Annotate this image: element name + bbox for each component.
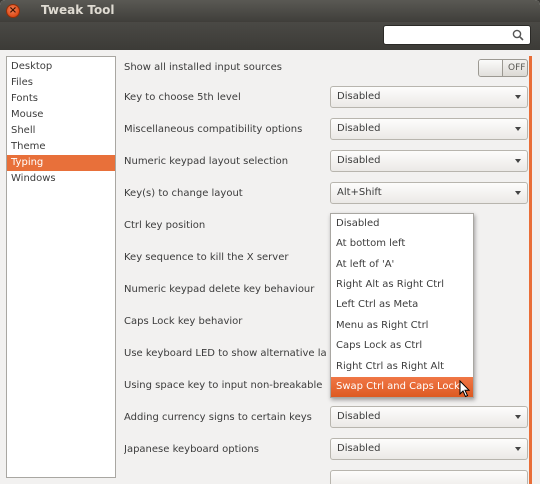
setting-label: Show all installed input sources: [124, 62, 282, 73]
dropdown-option[interactable]: Right Ctrl as Right Alt: [331, 357, 473, 377]
fifth-level-key-combo[interactable]: Disabled: [330, 86, 528, 108]
setting-label: Key sequence to kill the X server: [124, 252, 289, 263]
search-icon[interactable]: [512, 29, 524, 41]
sidebar-item-mouse[interactable]: Mouse: [7, 107, 115, 123]
chevron-down-icon: [515, 95, 521, 99]
setting-label: Key(s) to change layout: [124, 188, 243, 199]
setting-label: Use keyboard LED to show alternative lay…: [124, 348, 326, 359]
title-bar: × Tweak Tool: [0, 0, 540, 22]
sidebar-item-windows[interactable]: Windows: [7, 171, 115, 187]
show-input-sources-toggle[interactable]: OFF: [478, 59, 528, 77]
combo-value: Disabled: [337, 91, 381, 102]
dropdown-option[interactable]: Disabled: [331, 214, 473, 234]
dropdown-option[interactable]: At bottom left: [331, 234, 473, 254]
currency-signs-combo[interactable]: Disabled: [330, 406, 528, 428]
dropdown-option[interactable]: Left Ctrl as Meta: [331, 295, 473, 315]
sidebar-item-shell[interactable]: Shell: [7, 123, 115, 139]
setting-label: Ctrl key position: [124, 220, 206, 231]
dropdown-option-highlighted[interactable]: Swap Ctrl and Caps Lock: [331, 377, 473, 397]
combo-value: Disabled: [337, 123, 381, 134]
combo-value: Alt+Shift: [337, 187, 382, 198]
settings-panel: Show all installed input sources OFF Key…: [118, 56, 538, 484]
keypad-layout-combo[interactable]: Disabled: [330, 150, 528, 172]
change-layout-combo[interactable]: Alt+Shift: [330, 182, 528, 204]
dropdown-option[interactable]: At left of 'A': [331, 255, 473, 275]
next-setting-combo[interactable]: [330, 470, 528, 484]
combo-value: Disabled: [337, 155, 381, 166]
setting-label: Japanese keyboard options: [124, 444, 259, 455]
chevron-down-icon: [515, 127, 521, 131]
search-input[interactable]: [388, 28, 508, 42]
setting-label: Adding currency signs to certain keys: [124, 412, 312, 423]
misc-compat-combo[interactable]: Disabled: [330, 118, 528, 140]
sidebar-item-files[interactable]: Files: [7, 75, 115, 91]
sidebar-item-desktop[interactable]: Desktop: [7, 59, 115, 75]
dropdown-option[interactable]: Caps Lock as Ctrl: [331, 336, 473, 356]
toggle-state: OFF: [508, 63, 526, 73]
sidebar-item-typing[interactable]: Typing: [7, 155, 115, 171]
chevron-down-icon: [515, 415, 521, 419]
chevron-down-icon: [515, 447, 521, 451]
dropdown-option[interactable]: Right Alt as Right Ctrl: [331, 275, 473, 295]
setting-label: Caps Lock key behavior: [124, 316, 243, 327]
scrollbar-indicator[interactable]: [529, 56, 532, 484]
window-title: Tweak Tool: [41, 3, 115, 17]
setting-label: Miscellaneous compatibility options: [124, 124, 303, 135]
mouse-pointer-icon: [459, 380, 471, 398]
combo-value: Disabled: [337, 411, 381, 422]
setting-label: Numeric keypad layout selection: [124, 156, 289, 167]
toolbar: [0, 22, 540, 50]
setting-label: Using space key to input non-breakable s…: [124, 380, 326, 391]
sidebar-item-fonts[interactable]: Fonts: [7, 91, 115, 107]
combo-value: Disabled: [337, 443, 381, 454]
search-box[interactable]: [383, 25, 531, 45]
toggle-knob[interactable]: [479, 60, 503, 76]
ctrl-position-dropdown: Disabled At bottom left At left of 'A' R…: [330, 213, 474, 398]
chevron-down-icon: [515, 159, 521, 163]
tweak-tool-window: × Tweak Tool Desktop Files Fonts Mouse S…: [0, 0, 540, 484]
category-sidebar: Desktop Files Fonts Mouse Shell Theme Ty…: [6, 56, 116, 478]
chevron-down-icon: [515, 191, 521, 195]
setting-label: Key to choose 5th level: [124, 92, 241, 103]
dropdown-option[interactable]: Menu as Right Ctrl: [331, 316, 473, 336]
close-button[interactable]: ×: [6, 4, 20, 18]
setting-label: Numeric keypad delete key behaviour: [124, 284, 315, 295]
japanese-keyboard-combo[interactable]: Disabled: [330, 438, 528, 460]
sidebar-item-theme[interactable]: Theme: [7, 139, 115, 155]
